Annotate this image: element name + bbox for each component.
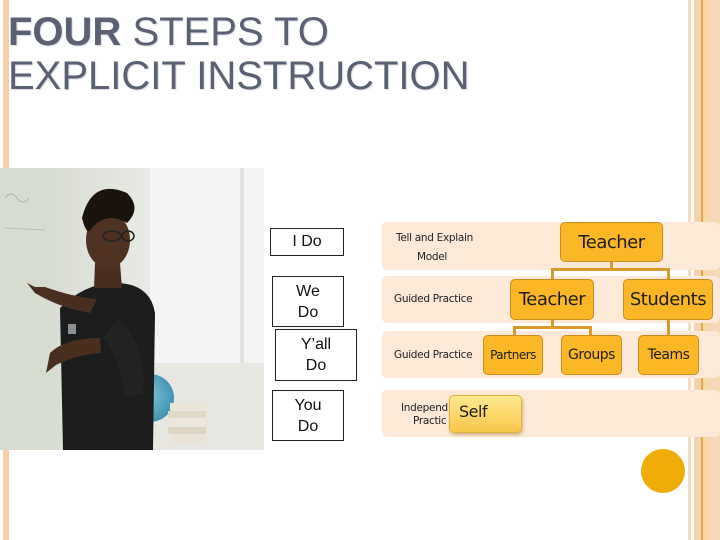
node-label: Teacher bbox=[578, 231, 645, 253]
node-label: Teams bbox=[647, 347, 690, 363]
node-students: Students bbox=[623, 279, 713, 320]
node-teacher-root: Teacher bbox=[560, 222, 663, 262]
step-label-line2: Do bbox=[297, 418, 319, 435]
title-bold-word: FOUR bbox=[8, 10, 122, 54]
connector bbox=[513, 326, 591, 329]
node-self: Self bbox=[449, 395, 522, 433]
diagram-row-1: Tell and Explain Model bbox=[382, 222, 720, 270]
row-label-line1: Independ bbox=[401, 402, 448, 414]
node-label: Self bbox=[459, 402, 488, 421]
row-label: Guided Practice bbox=[394, 293, 473, 305]
step-label-line1: Y’all bbox=[300, 336, 332, 353]
node-label: Partners bbox=[490, 348, 536, 362]
row-label-line1: Tell and Explain bbox=[396, 232, 473, 244]
node-groups: Groups bbox=[561, 335, 622, 375]
step-label-line1: You bbox=[294, 397, 322, 414]
row-label-line2: Model bbox=[417, 251, 448, 263]
right-stripe-1 bbox=[688, 0, 691, 540]
title-line1-rest: STEPS TO bbox=[121, 10, 329, 54]
teacher-photo bbox=[0, 168, 264, 450]
teacher-photo-image bbox=[0, 168, 264, 450]
node-teacher-guided: Teacher bbox=[510, 279, 594, 320]
row-label: Guided Practice bbox=[394, 349, 473, 361]
node-label: Students bbox=[629, 289, 707, 310]
step-i-do: I Do bbox=[270, 228, 344, 256]
connector bbox=[551, 268, 670, 271]
node-partners: Partners bbox=[483, 335, 543, 375]
step-we-do: We Do bbox=[272, 276, 344, 327]
step-label-line2: Do bbox=[297, 304, 319, 321]
step-label-line1: We bbox=[296, 283, 320, 300]
slide-title: FOUR STEPS TO EXPLICIT INSTRUCTION bbox=[8, 10, 608, 98]
diagram-row-4: Independ Practic bbox=[382, 390, 720, 437]
accent-circle bbox=[641, 449, 685, 493]
connector bbox=[667, 318, 670, 336]
step-you-do: You Do bbox=[272, 390, 344, 441]
node-teams: Teams bbox=[638, 335, 699, 375]
right-stripe-4 bbox=[707, 0, 720, 540]
step-label: I Do bbox=[292, 233, 322, 250]
right-stripe-2 bbox=[694, 0, 701, 540]
node-label: Teacher bbox=[518, 289, 586, 310]
node-label: Groups bbox=[568, 347, 615, 363]
row-label-line2: Practic bbox=[413, 415, 447, 427]
step-label-line2: Do bbox=[305, 357, 327, 374]
title-line2: EXPLICIT INSTRUCTION bbox=[8, 54, 470, 98]
step-yall-do: Y’all Do bbox=[275, 329, 357, 381]
